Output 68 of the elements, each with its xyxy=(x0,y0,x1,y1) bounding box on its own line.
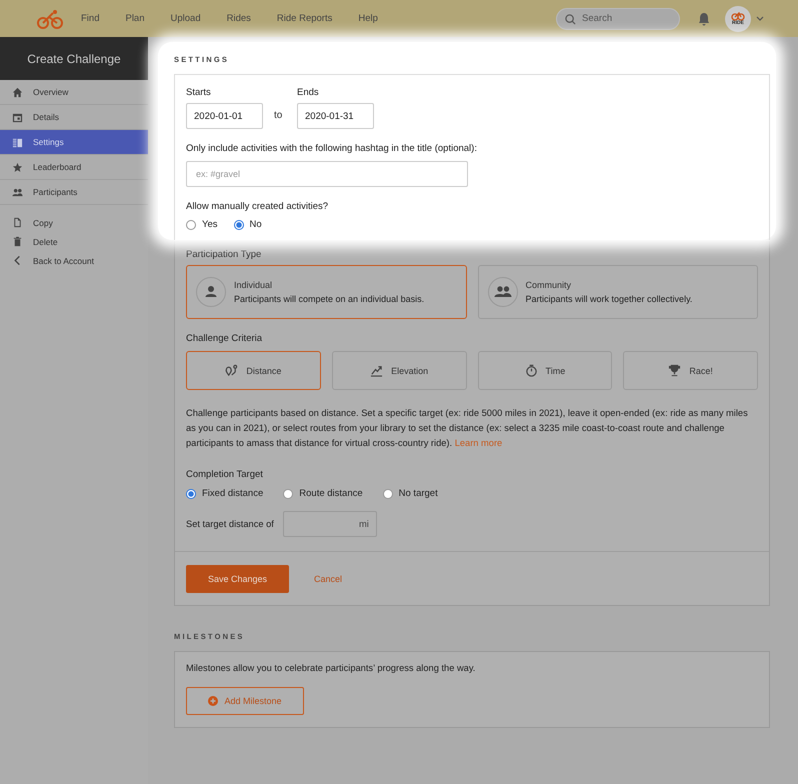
bell-icon[interactable] xyxy=(698,12,710,26)
option-title: Community xyxy=(526,280,572,290)
option-description: Participants will work together collectively. xyxy=(526,294,692,304)
sidebar-item[interactable]: Leaderboard xyxy=(0,155,148,180)
field-label: Set target distance of xyxy=(186,519,274,529)
trend-up-icon xyxy=(370,364,384,377)
sidebar-link[interactable]: Back to Account xyxy=(0,251,148,270)
radio-button[interactable] xyxy=(382,488,393,498)
milestones-text: Milestones allow you to celebrate participants’ progress along the way. xyxy=(186,663,476,673)
calendar-icon xyxy=(12,112,23,122)
person-icon xyxy=(196,277,226,307)
star-icon xyxy=(12,162,23,172)
radio-label: Fixed distance xyxy=(202,488,264,499)
search-field[interactable]: Search xyxy=(556,8,680,30)
cyclist-logo-icon[interactable] xyxy=(37,8,63,28)
radio-button[interactable] xyxy=(234,220,244,230)
radio-button[interactable] xyxy=(283,488,294,498)
route-pin-icon xyxy=(225,364,238,377)
nav-link[interactable]: Help xyxy=(358,13,378,24)
field-label: Only include activities with the following hashtag in the title (optional): xyxy=(186,143,478,154)
option-title: Individual xyxy=(234,280,274,290)
criteria-button[interactable]: Distance xyxy=(186,351,321,390)
nav-link[interactable]: Upload xyxy=(170,13,201,24)
field-label: Allow manually created activities? xyxy=(186,201,330,212)
radio-label: Route distance xyxy=(299,488,363,499)
option-description: Participants will compete on an individual basis. xyxy=(234,294,424,304)
criteria-button[interactable]: Time xyxy=(478,351,612,390)
nav-link[interactable]: Ride Reports xyxy=(276,13,332,24)
criteria-button[interactable]: Race! xyxy=(623,351,758,390)
participation-option[interactable]: Community Participants will work together collectively. xyxy=(478,265,758,319)
end-date-field[interactable]: 2020-01-31 xyxy=(297,103,374,129)
nav-link[interactable]: Plan xyxy=(125,13,144,24)
field-label: Participation Type xyxy=(186,249,262,260)
hashtag-field[interactable]: ex: #gravel xyxy=(186,161,468,187)
criteria-button[interactable]: Elevation xyxy=(332,351,466,390)
field-label: Completion Target xyxy=(186,469,264,480)
save-button[interactable]: Save Changes xyxy=(186,565,289,593)
radio-label: Yes xyxy=(202,219,218,230)
field-label: Ends xyxy=(297,87,320,98)
sidebar-item[interactable]: Participants xyxy=(0,180,148,205)
sidebar-title: Create Challenge xyxy=(0,37,148,80)
radio-label: No target xyxy=(398,488,438,499)
to-label: to xyxy=(274,109,284,123)
nav-link[interactable]: Rides xyxy=(226,13,251,24)
radio-label: No xyxy=(250,219,262,230)
home-icon xyxy=(12,86,23,98)
trophy-icon xyxy=(668,364,682,377)
field-label: Challenge Criteria xyxy=(186,333,264,344)
sidebar-item[interactable]: Settings xyxy=(0,130,148,155)
sidebar-link[interactable]: Delete xyxy=(0,232,148,251)
radio-button[interactable] xyxy=(186,220,196,230)
field-label: Starts xyxy=(186,87,212,98)
chevron-down-icon[interactable] xyxy=(756,16,764,21)
plus-circle-icon xyxy=(208,696,218,706)
stopwatch-icon xyxy=(524,364,538,377)
sidebar-link[interactable]: Copy xyxy=(0,213,148,232)
radio-button[interactable] xyxy=(186,488,196,498)
trash-icon xyxy=(12,236,23,247)
start-date-field[interactable]: 2020-01-01 xyxy=(186,103,263,129)
people-icon xyxy=(488,277,518,307)
file-icon xyxy=(12,217,23,228)
people-icon xyxy=(12,186,23,198)
columns-icon xyxy=(12,136,23,148)
participation-option[interactable]: Individual Participants will compete on an individual basis. xyxy=(186,265,466,319)
nav-link[interactable]: Find xyxy=(81,13,100,24)
target-distance-field[interactable]: mi xyxy=(282,511,377,537)
criteria-description: Challenge participants based on distance. Set a specific target (ex: ride 5000 miles in 2021), leave it open-ended (ex: ride as many miles as you can in 2021), or select routes from your library to set the distance (ex: select a 3235 mile coast-to-coast route and challenge participants to amass that distance for virtual cross-country ride). Learn more xyxy=(186,407,749,450)
sidebar-item[interactable]: Overview xyxy=(0,80,148,105)
